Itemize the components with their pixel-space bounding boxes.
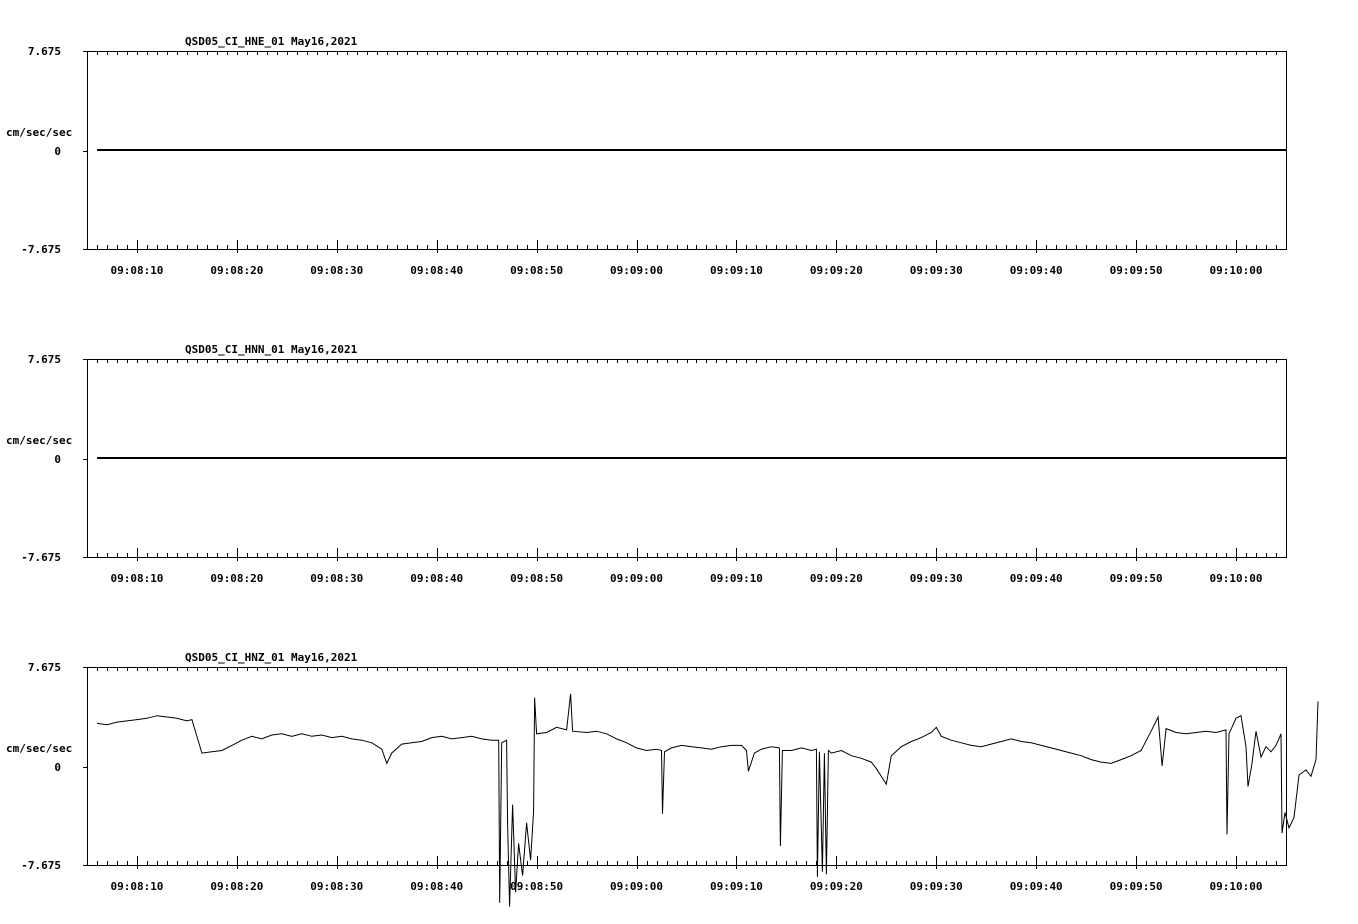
x-tick-label: 09:08:30 bbox=[310, 572, 363, 585]
x-tick-label: 09:09:10 bbox=[710, 880, 763, 893]
x-tick-label: 09:08:20 bbox=[210, 264, 263, 277]
x-tick-label: 09:08:50 bbox=[510, 880, 563, 893]
x-tick-label: 09:09:20 bbox=[810, 264, 863, 277]
chart-title: QSD05_CI_HNN_01 May16,2021 bbox=[185, 343, 358, 356]
x-tick-label: 09:09:10 bbox=[710, 264, 763, 277]
y-axis-label: cm/sec/sec bbox=[6, 434, 72, 447]
y-tick-label: 0 bbox=[54, 761, 61, 774]
x-tick-label: 09:08:40 bbox=[410, 880, 463, 893]
x-tick-label: 09:08:20 bbox=[210, 880, 263, 893]
x-tick-label: 09:08:40 bbox=[410, 264, 463, 277]
y-tick-label: 7.675 bbox=[28, 353, 61, 366]
x-tick-label: 09:09:00 bbox=[610, 264, 663, 277]
x-tick-label: 09:09:00 bbox=[610, 880, 663, 893]
y-axis-label: cm/sec/sec bbox=[6, 126, 72, 139]
x-tick-label: 09:08:10 bbox=[110, 572, 163, 585]
x-tick-label: 09:08:30 bbox=[310, 264, 363, 277]
y-tick-label: 0 bbox=[54, 453, 61, 466]
x-tick-label: 09:08:10 bbox=[110, 264, 163, 277]
x-tick-label: 09:10:00 bbox=[1210, 264, 1263, 277]
panel-2: QSD05_CI_HNN_01 May16,2021 cm/sec/sec 7.67… bbox=[6, 343, 1287, 585]
x-tick-label: 09:08:20 bbox=[210, 572, 263, 585]
chart-title: QSD05_CI_HNZ_01 May16,2021 bbox=[185, 651, 358, 664]
x-tick-label: 09:09:40 bbox=[1010, 572, 1063, 585]
y-tick-label: -7.675 bbox=[21, 551, 61, 564]
x-tick-label: 09:09:40 bbox=[1010, 880, 1063, 893]
y-tick-label: 7.675 bbox=[28, 661, 61, 674]
panel-3: QSD05_CI_HNZ_01 May16,2021 cm/sec/sec 7.67… bbox=[6, 651, 1319, 907]
waveform-trace bbox=[96, 693, 1319, 907]
x-tick-label: 09:09:50 bbox=[1110, 264, 1163, 277]
x-tick-label: 09:08:10 bbox=[110, 880, 163, 893]
y-axis-label: cm/sec/sec bbox=[6, 742, 72, 755]
plot-frame bbox=[87, 667, 1287, 866]
x-tick-label: 09:09:40 bbox=[1010, 264, 1063, 277]
y-tick-label: -7.675 bbox=[21, 243, 61, 256]
x-tick-label: 09:08:30 bbox=[310, 880, 363, 893]
x-tick-label: 09:09:20 bbox=[810, 880, 863, 893]
x-tick-label: 09:09:50 bbox=[1110, 572, 1163, 585]
x-tick-label: 09:09:50 bbox=[1110, 880, 1163, 893]
x-tick-label: 09:08:40 bbox=[410, 572, 463, 585]
x-tick-label: 09:10:00 bbox=[1210, 572, 1263, 585]
x-tick-label: 09:08:50 bbox=[510, 264, 563, 277]
x-tick-label: 09:09:30 bbox=[910, 264, 963, 277]
x-tick-label: 09:10:00 bbox=[1210, 880, 1263, 893]
x-tick-label: 09:09:30 bbox=[910, 572, 963, 585]
x-tick-label: 09:09:10 bbox=[710, 572, 763, 585]
chart-title: QSD05_CI_HNE_01 May16,2021 bbox=[185, 35, 358, 48]
y-tick-label: 7.675 bbox=[28, 45, 61, 58]
panel-1: QSD05_CI_HNE_01 May16,2021 cm/sec/sec 7.67… bbox=[6, 35, 1287, 277]
y-tick-label: 0 bbox=[54, 145, 61, 158]
y-tick-label: -7.675 bbox=[21, 859, 61, 872]
seismogram-figure: QSD05_CI_HNE_01 May16,2021 cm/sec/sec 7.67… bbox=[6, 35, 1319, 907]
x-tick-label: 09:08:50 bbox=[510, 572, 563, 585]
x-tick-label: 09:09:20 bbox=[810, 572, 863, 585]
x-tick-label: 09:09:30 bbox=[910, 880, 963, 893]
x-tick-label: 09:09:00 bbox=[610, 572, 663, 585]
